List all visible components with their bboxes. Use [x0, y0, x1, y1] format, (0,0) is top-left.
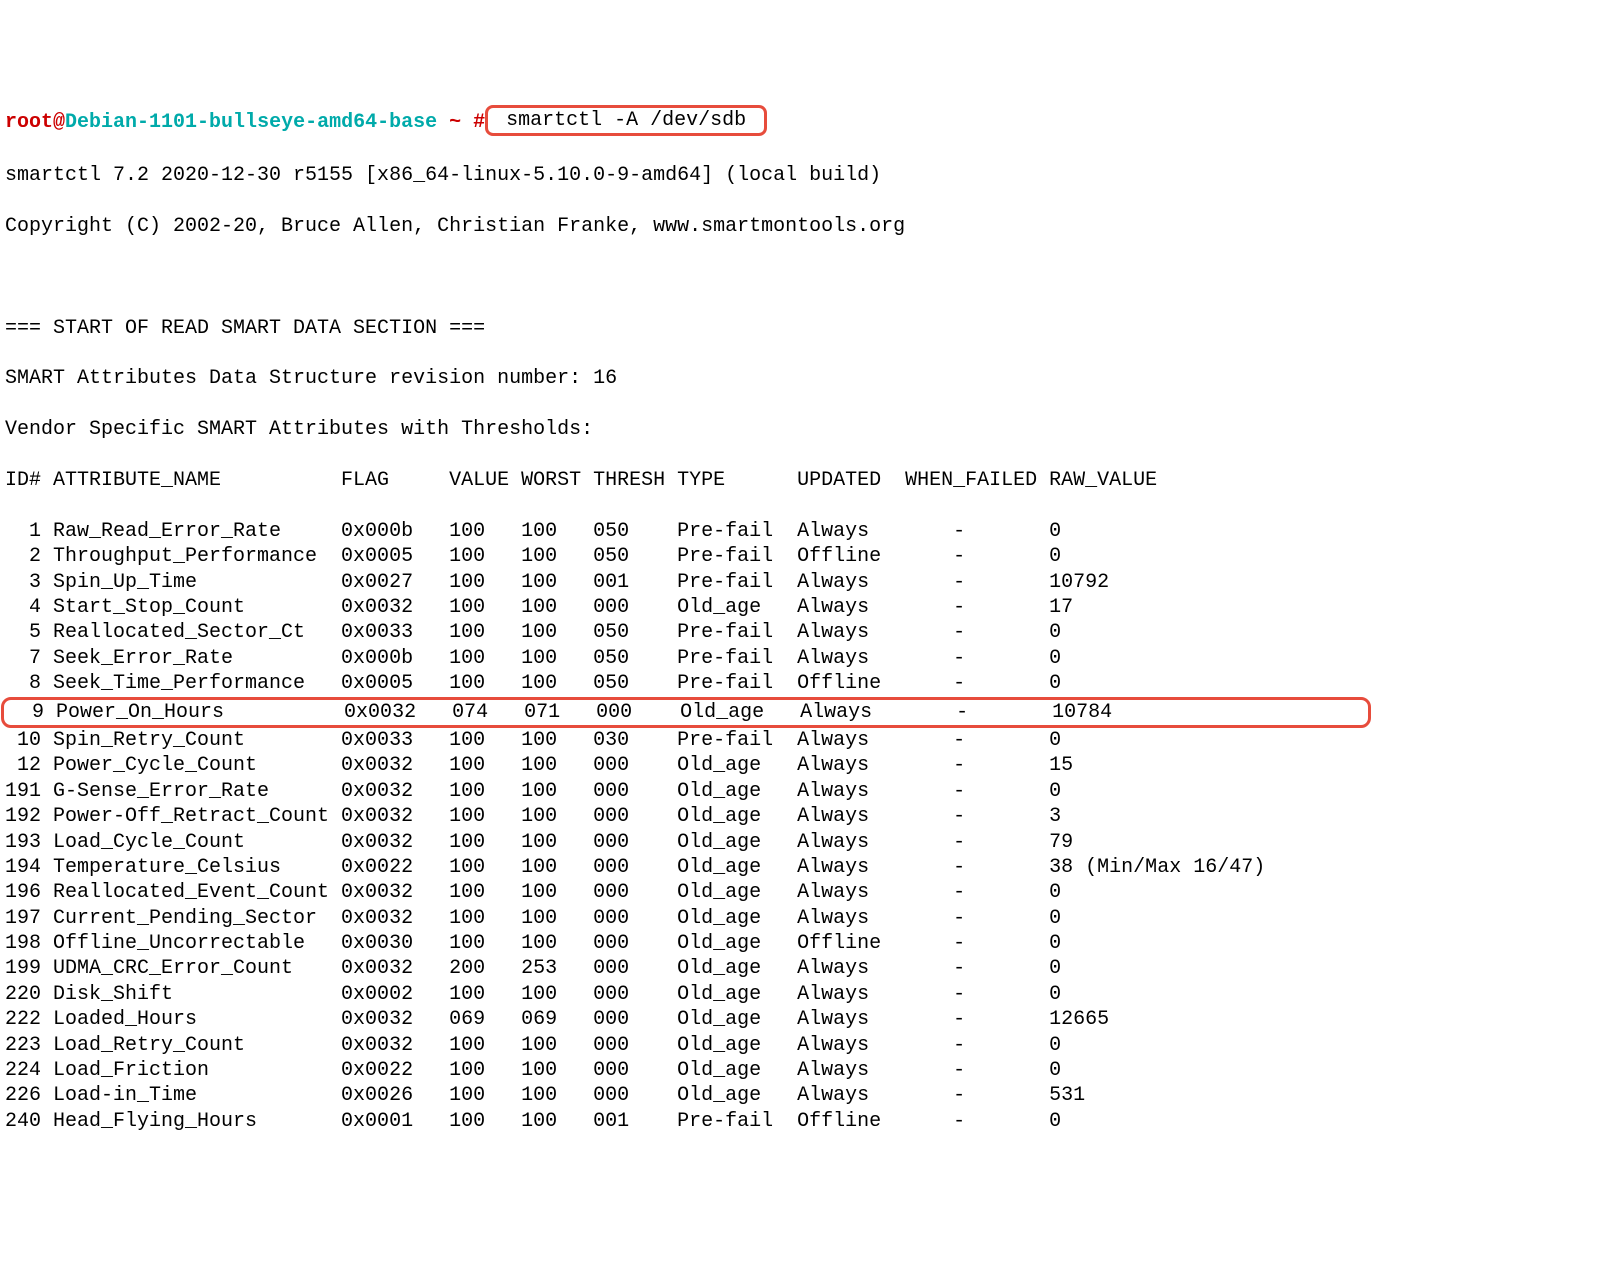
table-row: 9 Power_On_Hours 0x0032 074 071 000 Old_… [5, 697, 1597, 728]
table-row: 1 Raw_Read_Error_Rate 0x000b 100 100 050… [5, 519, 1597, 544]
prompt-hash: # [473, 111, 485, 134]
prompt-line: root@Debian-1101-bullseye-amd64-base ~ #… [5, 107, 1597, 138]
version-line: smartctl 7.2 2020-12-30 r5155 [x86_64-li… [5, 163, 1597, 188]
table-row: 12 Power_Cycle_Count 0x0032 100 100 000 … [5, 753, 1597, 778]
prompt-at: @ [53, 111, 65, 134]
command-text: smartctl -A /dev/sdb [494, 109, 758, 132]
section-title: === START OF READ SMART DATA SECTION === [5, 316, 1597, 341]
table-row: 226 Load-in_Time 0x0026 100 100 000 Old_… [5, 1083, 1597, 1108]
highlighted-row: 9 Power_On_Hours 0x0032 074 071 000 Old_… [1, 697, 1371, 728]
table-row: 4 Start_Stop_Count 0x0032 100 100 000 Ol… [5, 595, 1597, 620]
table-row: 196 Reallocated_Event_Count 0x0032 100 1… [5, 880, 1597, 905]
revision-line: SMART Attributes Data Structure revision… [5, 366, 1597, 391]
table-row: 222 Loaded_Hours 0x0032 069 069 000 Old_… [5, 1007, 1597, 1032]
table-row: 5 Reallocated_Sector_Ct 0x0033 100 100 0… [5, 620, 1597, 645]
column-headers: ID# ATTRIBUTE_NAME FLAG VALUE WORST THRE… [5, 468, 1597, 493]
prompt-path: ~ [437, 111, 473, 134]
table-row: 194 Temperature_Celsius 0x0022 100 100 0… [5, 855, 1597, 880]
table-row: 199 UDMA_CRC_Error_Count 0x0032 200 253 … [5, 956, 1597, 981]
table-row: 10 Spin_Retry_Count 0x0033 100 100 030 P… [5, 728, 1597, 753]
blank-line [5, 265, 1597, 290]
table-row: 192 Power-Off_Retract_Count 0x0032 100 1… [5, 804, 1597, 829]
table-row: 191 G-Sense_Error_Rate 0x0032 100 100 00… [5, 779, 1597, 804]
vendor-line: Vendor Specific SMART Attributes with Th… [5, 417, 1597, 442]
table-row: 224 Load_Friction 0x0022 100 100 000 Old… [5, 1058, 1597, 1083]
table-row: 8 Seek_Time_Performance 0x0005 100 100 0… [5, 671, 1597, 696]
table-row: 220 Disk_Shift 0x0002 100 100 000 Old_ag… [5, 982, 1597, 1007]
attributes-table: 1 Raw_Read_Error_Rate 0x000b 100 100 050… [5, 519, 1597, 1134]
prompt-user: root [5, 111, 53, 134]
table-row: 193 Load_Cycle_Count 0x0032 100 100 000 … [5, 830, 1597, 855]
table-row: 3 Spin_Up_Time 0x0027 100 100 001 Pre-fa… [5, 570, 1597, 595]
table-row: 2 Throughput_Performance 0x0005 100 100 … [5, 544, 1597, 569]
table-row: 240 Head_Flying_Hours 0x0001 100 100 001… [5, 1109, 1597, 1134]
table-row: 198 Offline_Uncorrectable 0x0030 100 100… [5, 931, 1597, 956]
table-row: 7 Seek_Error_Rate 0x000b 100 100 050 Pre… [5, 646, 1597, 671]
table-row: 197 Current_Pending_Sector 0x0032 100 10… [5, 906, 1597, 931]
copyright-line: Copyright (C) 2002-20, Bruce Allen, Chri… [5, 214, 1597, 239]
table-row: 223 Load_Retry_Count 0x0032 100 100 000 … [5, 1033, 1597, 1058]
prompt-host: Debian-1101-bullseye-amd64-base [65, 111, 437, 134]
command-highlight: smartctl -A /dev/sdb [485, 105, 767, 136]
